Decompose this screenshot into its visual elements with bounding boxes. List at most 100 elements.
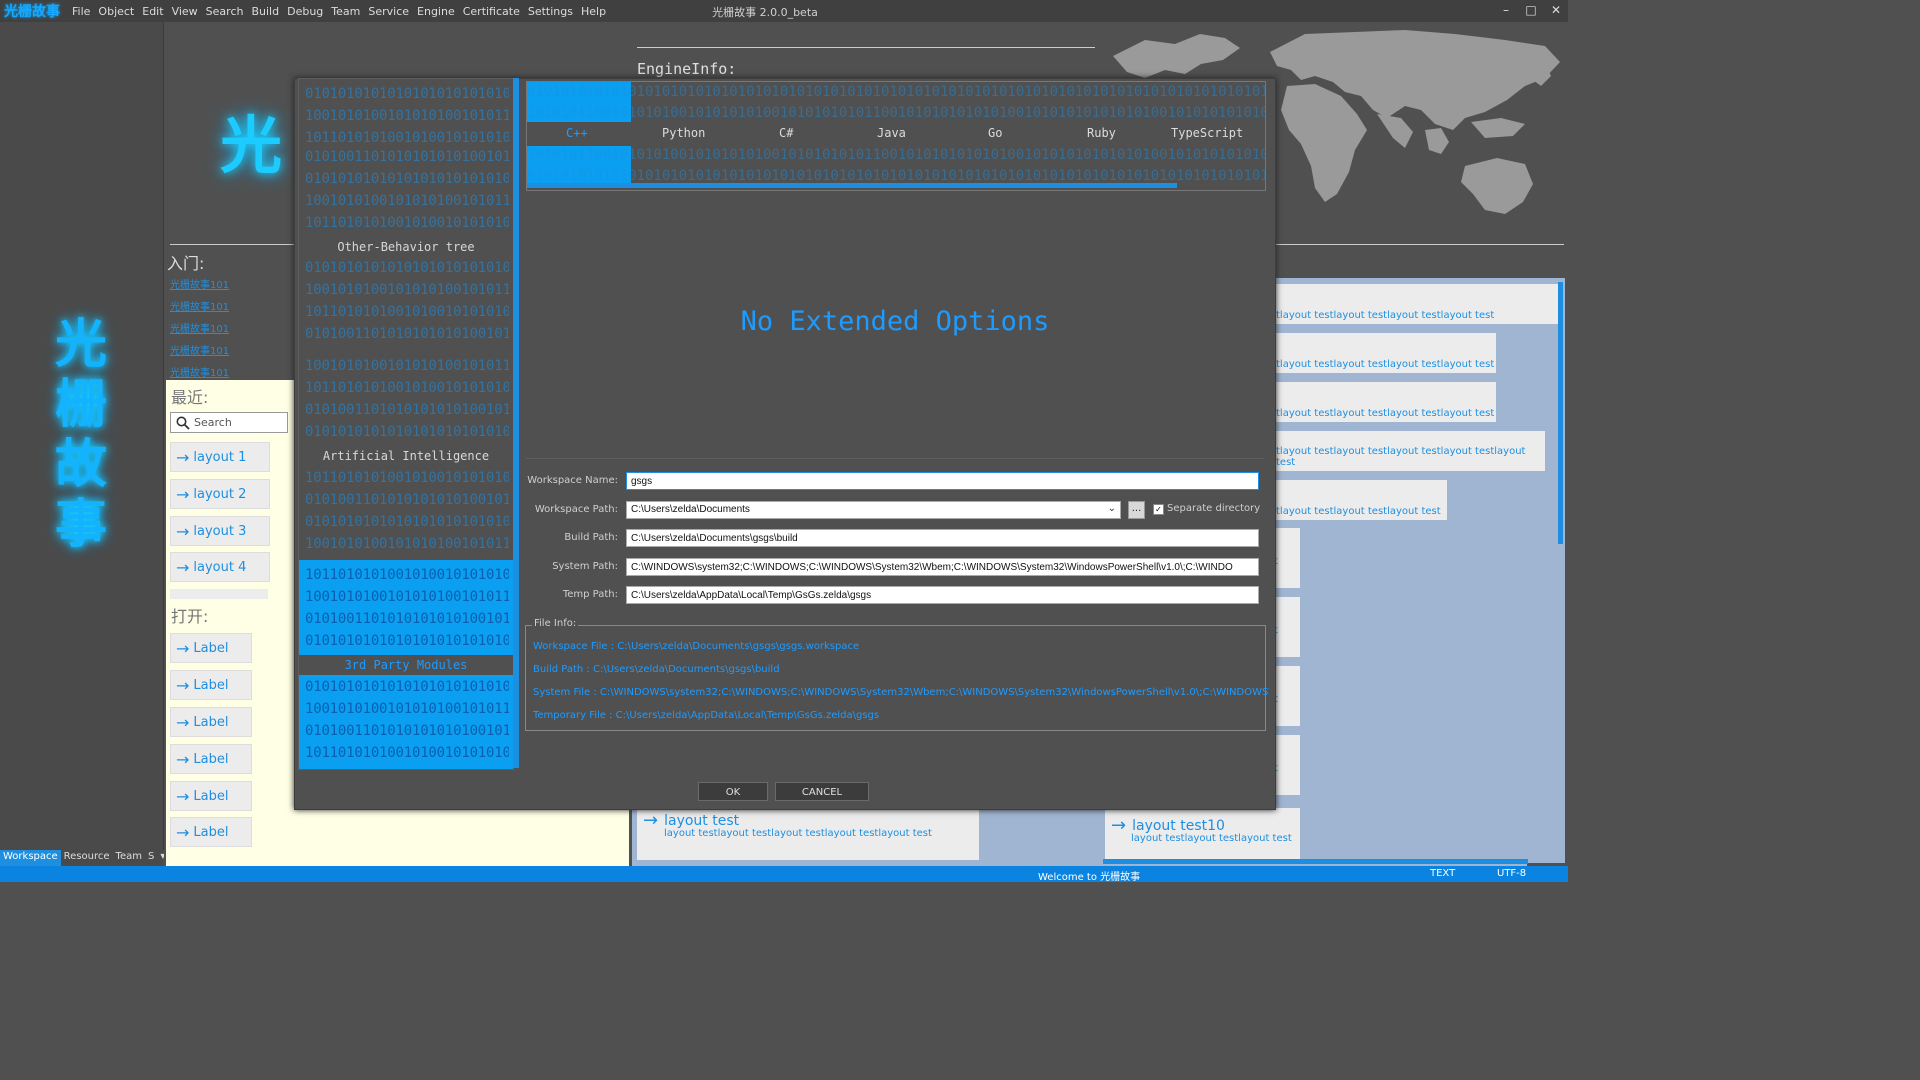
layout-card[interactable]: tlayout testlayout testlayout test xyxy=(1274,480,1447,520)
open-label-button[interactable]: → Label xyxy=(170,707,252,737)
layout-card[interactable]: t xyxy=(1274,666,1300,726)
arrow-right-icon: → xyxy=(176,675,190,695)
status-encoding: UTF-8 xyxy=(1497,868,1527,879)
workspace-path-label: Workspace Path: xyxy=(534,504,618,515)
recent-layout-button[interactable]: → layout 1 xyxy=(170,442,270,472)
category-list[interactable]: 0101010101010101010101010 10010101001010… xyxy=(298,78,514,770)
language-scrollbar[interactable] xyxy=(527,183,1177,188)
category-pattern: 0101010101010101010101010 10010101001010… xyxy=(305,86,509,146)
ok-button[interactable]: OK xyxy=(698,782,768,801)
vertical-logo: 光栅故事 xyxy=(55,315,108,555)
tab-workspace[interactable]: Workspace xyxy=(0,850,61,866)
layout-card[interactable]: tlayout testlayout testlayout testlayout… xyxy=(1274,333,1496,373)
separate-directory-checkbox[interactable]: ✓ xyxy=(1153,504,1164,515)
vertical-scrollbar[interactable] xyxy=(1558,282,1563,544)
layout-card[interactable]: tlayout testlayout testlayout testlayout… xyxy=(1274,382,1496,422)
open-label-button[interactable]: → Label xyxy=(170,817,252,847)
category-3rd-party-modules[interactable]: 3rd Party Modules xyxy=(299,658,513,672)
menu-team[interactable]: Team xyxy=(327,5,364,18)
cancel-button[interactable]: CANCEL xyxy=(775,782,869,801)
menu-engine[interactable]: Engine xyxy=(413,5,459,18)
menu-settings[interactable]: Settings xyxy=(524,5,577,18)
divider xyxy=(637,47,1095,48)
lang-tab-go[interactable]: Go xyxy=(988,126,1002,140)
tab-resource[interactable]: Resource xyxy=(61,850,113,866)
open-label-button[interactable]: → Label xyxy=(170,781,252,811)
divider xyxy=(1274,244,1564,245)
open-section-title: 打开: xyxy=(171,607,209,626)
workspace-name-label: Workspace Name: xyxy=(527,475,618,486)
tab-overflow[interactable]: S xyxy=(145,850,157,866)
status-bar: Welcome to 光栅故事 TEXT UTF-8 xyxy=(0,866,1568,883)
arrow-right-icon: → xyxy=(176,749,190,769)
menu-object[interactable]: Object xyxy=(94,5,138,18)
build-path-input[interactable] xyxy=(626,529,1259,547)
layout-card[interactable]: t xyxy=(1274,528,1300,588)
arrow-right-icon: → xyxy=(176,557,190,577)
search-input[interactable]: Search xyxy=(170,412,288,433)
start-link[interactable]: 光栅故事101 xyxy=(170,342,229,357)
menu-view[interactable]: View xyxy=(168,5,202,18)
category-artificial-intelligence[interactable]: Artificial Intelligence xyxy=(299,449,513,463)
close-icon[interactable]: ✕ xyxy=(1546,3,1566,17)
lang-tab-ruby[interactable]: Ruby xyxy=(1087,126,1116,140)
workspace-path-value: C:\Users\zelda\Documents xyxy=(631,504,750,515)
menu-debug[interactable]: Debug xyxy=(283,5,327,18)
lang-tab-typescript[interactable]: TypeScript xyxy=(1171,126,1243,140)
menu-service[interactable]: Service xyxy=(364,5,413,18)
layout-label: layout 4 xyxy=(193,559,247,575)
arrow-right-icon: → xyxy=(176,786,190,806)
horizontal-scrollbar[interactable] xyxy=(1103,859,1528,864)
bottom-tabs: Workspace Resource Team S ▾ xyxy=(0,850,165,866)
open-label-button[interactable]: → Label xyxy=(170,744,252,774)
menu-certificate[interactable]: Certificate xyxy=(459,5,524,18)
start-link[interactable]: 光栅故事101 xyxy=(170,298,229,313)
arrow-right-icon: → xyxy=(176,638,190,658)
layout-card[interactable]: tlayout testlayout testlayout testlayout… xyxy=(1274,431,1545,471)
recent-panel-extension xyxy=(294,808,629,866)
tab-team[interactable]: Team xyxy=(113,850,145,866)
menu-search[interactable]: Search xyxy=(202,5,248,18)
workspace-name-input[interactable] xyxy=(626,472,1259,490)
workspace-path-select[interactable]: C:\Users\zelda\Documents ⌄ xyxy=(626,501,1121,519)
dropdown-chevron-icon: ⌄ xyxy=(1107,503,1116,514)
maximize-icon[interactable]: □ xyxy=(1521,3,1541,17)
menu-file[interactable]: File xyxy=(68,5,94,18)
menu-build[interactable]: Build xyxy=(247,5,283,18)
start-link[interactable]: 光栅故事101 xyxy=(170,364,229,379)
minimize-icon[interactable]: – xyxy=(1496,3,1516,17)
file-info-system-file: System File : C:\WINDOWS\system32;C:\WIN… xyxy=(533,687,1269,698)
layout-card[interactable]: tlayout testlayout testlayout testlayout… xyxy=(1274,284,1558,324)
start-link[interactable]: 光栅故事101 xyxy=(170,320,229,335)
browse-button[interactable]: ... xyxy=(1128,501,1145,519)
category-scrollbar[interactable] xyxy=(513,78,519,768)
build-path-label: Build Path: xyxy=(564,532,618,543)
recent-layout-button[interactable]: → layout 2 xyxy=(170,479,270,509)
recent-layout-button-partial[interactable] xyxy=(170,589,268,599)
layout-card[interactable]: t xyxy=(1274,597,1300,657)
temp-path-label: Temp Path: xyxy=(562,589,618,600)
menu-help[interactable]: Help xyxy=(577,5,610,18)
recent-layout-button[interactable]: → layout 4 xyxy=(170,552,270,582)
file-info-title: File Info: xyxy=(532,618,579,629)
lang-tab-cpp[interactable]: C++ xyxy=(566,126,588,140)
lang-tab-csharp[interactable]: C# xyxy=(779,126,793,140)
category-other-behavior-tree[interactable]: Other-Behavior tree xyxy=(299,240,513,254)
layout-card[interactable]: t xyxy=(1274,735,1300,795)
start-link[interactable]: 光栅故事101 xyxy=(170,276,229,291)
layout-card[interactable]: → layout test layout testlayout testlayo… xyxy=(637,808,979,860)
recent-layout-button[interactable]: → layout 3 xyxy=(170,516,270,546)
system-path-input[interactable] xyxy=(626,558,1259,576)
temp-path-input[interactable] xyxy=(626,586,1259,604)
menu-edit[interactable]: Edit xyxy=(138,5,167,18)
category-pattern: 1011010101001010010101010 01010011010101… xyxy=(305,470,509,552)
lang-tab-python[interactable]: Python xyxy=(662,126,705,140)
layout-label: layout 1 xyxy=(193,449,247,465)
status-mode: TEXT xyxy=(1430,868,1456,879)
extended-options-message: No Extended Options xyxy=(740,306,1050,337)
layout-card[interactable]: → layout test10 layout testlayout testla… xyxy=(1105,808,1300,860)
lang-tab-java[interactable]: Java xyxy=(877,126,906,140)
engine-info-label: EngineInfo: xyxy=(637,60,737,78)
open-label-button[interactable]: → Label xyxy=(170,633,252,663)
open-label-button[interactable]: → Label xyxy=(170,670,252,700)
